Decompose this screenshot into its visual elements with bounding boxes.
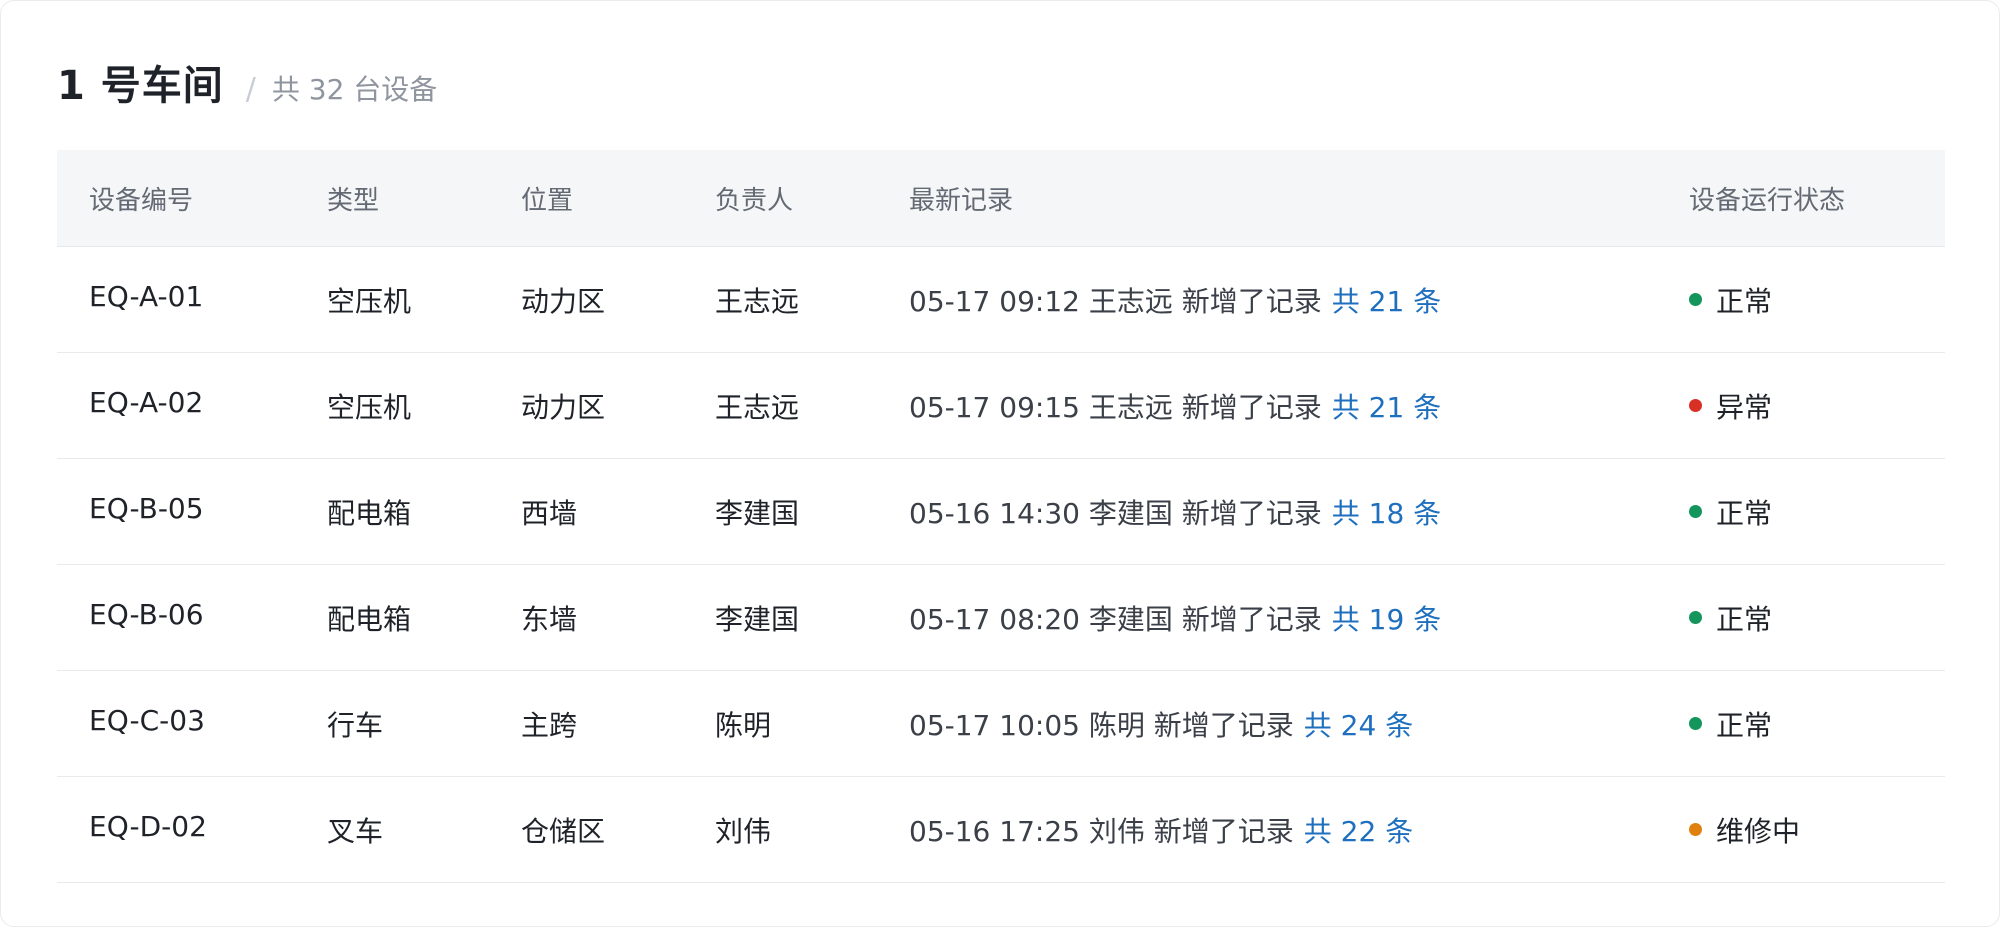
page-header: 1 号车间 / 共 32 台设备 — [57, 53, 437, 111]
record-count-link[interactable]: 共 21 条 — [1332, 280, 1441, 320]
table-row[interactable]: EQ-C-03 行车 主跨 陈明 05-17 10:05 陈明 新增了记录 共 … — [57, 671, 1945, 777]
table-row[interactable]: EQ-D-02 叉车 仓储区 刘伟 05-16 17:25 刘伟 新增了记录 共… — [57, 777, 1945, 883]
record-text: 05-17 10:05 陈明 新增了记录 — [909, 708, 1294, 742]
equipment-type: 叉车 — [327, 814, 384, 848]
status-text: 正常 — [1716, 602, 1773, 636]
equipment-owner: 李建国 — [715, 602, 800, 636]
equipment-owner: 刘伟 — [715, 814, 772, 848]
equipment-type: 空压机 — [327, 390, 412, 424]
latest-record: 05-17 10:05 陈明 新增了记录 共 24 条 — [909, 671, 1413, 776]
table-row[interactable]: EQ-A-02 空压机 动力区 王志远 05-17 09:15 王志远 新增了记… — [57, 353, 1945, 459]
equipment-location: 动力区 — [521, 390, 606, 424]
equipment-location: 主跨 — [521, 708, 578, 742]
status-badge: 异常 — [1689, 353, 1772, 458]
status-dot-icon — [1689, 293, 1702, 306]
equipment-type: 配电箱 — [327, 602, 412, 636]
status-badge: 正常 — [1689, 565, 1772, 670]
status-text: 正常 — [1716, 708, 1773, 742]
status-dot-icon — [1689, 611, 1702, 624]
status-text: 维修中 — [1716, 814, 1801, 848]
latest-record: 05-17 09:15 王志远 新增了记录 共 21 条 — [909, 353, 1441, 458]
equipment-location: 仓储区 — [521, 814, 606, 848]
status-badge: 维修中 — [1689, 777, 1800, 882]
title-separator: / — [245, 72, 256, 107]
record-text: 05-17 08:20 李建国 新增了记录 — [909, 602, 1322, 636]
equipment-id: EQ-C-03 — [89, 704, 205, 737]
status-dot-icon — [1689, 823, 1702, 836]
table-row[interactable]: EQ-B-06 配电箱 东墙 李建国 05-17 08:20 李建国 新增了记录… — [57, 565, 1945, 671]
status-badge: 正常 — [1689, 459, 1772, 564]
latest-record: 05-17 09:12 王志远 新增了记录 共 21 条 — [909, 247, 1441, 352]
table-row[interactable]: EQ-A-01 空压机 动力区 王志远 05-17 09:12 王志远 新增了记… — [57, 247, 1945, 353]
latest-record: 05-16 14:30 李建国 新增了记录 共 18 条 — [909, 459, 1441, 564]
equipment-id: EQ-D-02 — [89, 810, 207, 843]
status-dot-icon — [1689, 717, 1702, 730]
record-count-link[interactable]: 共 21 条 — [1332, 386, 1441, 426]
record-text: 05-17 09:12 王志远 新增了记录 — [909, 284, 1322, 318]
equipment-id: EQ-A-02 — [89, 386, 204, 419]
record-count-link[interactable]: 共 19 条 — [1332, 598, 1441, 638]
status-text: 正常 — [1716, 284, 1773, 318]
column-header-type[interactable]: 类型 — [327, 150, 379, 246]
equipment-id: EQ-A-01 — [89, 280, 204, 313]
equipment-owner: 王志远 — [715, 284, 800, 318]
equipment-location: 东墙 — [521, 602, 578, 636]
record-count-link[interactable]: 共 18 条 — [1332, 492, 1441, 532]
table-header: 设备编号 类型 位置 负责人 最新记录 设备运行状态 — [57, 150, 1945, 247]
equipment-type: 配电箱 — [327, 496, 412, 530]
record-count-link[interactable]: 共 22 条 — [1304, 810, 1413, 850]
column-header-id[interactable]: 设备编号 — [89, 150, 193, 246]
record-text: 05-16 14:30 李建国 新增了记录 — [909, 496, 1322, 530]
status-dot-icon — [1689, 399, 1702, 412]
status-text: 正常 — [1716, 496, 1773, 530]
status-badge: 正常 — [1689, 247, 1772, 352]
column-header-status[interactable]: 设备运行状态 — [1689, 150, 1845, 246]
equipment-card: 1 号车间 / 共 32 台设备 设备编号 类型 位置 负责人 最新记录 设备运… — [0, 0, 2000, 927]
equipment-owner: 王志远 — [715, 390, 800, 424]
status-text: 异常 — [1716, 390, 1773, 424]
page-title: 1 号车间 — [57, 63, 224, 109]
column-header-record[interactable]: 最新记录 — [909, 150, 1013, 246]
equipment-id: EQ-B-06 — [89, 598, 204, 631]
equipment-id: EQ-B-05 — [89, 492, 204, 525]
status-dot-icon — [1689, 505, 1702, 518]
table-row[interactable]: EQ-B-05 配电箱 西墙 李建国 05-16 14:30 李建国 新增了记录… — [57, 459, 1945, 565]
record-text: 05-16 17:25 刘伟 新增了记录 — [909, 814, 1294, 848]
record-text: 05-17 09:15 王志远 新增了记录 — [909, 390, 1322, 424]
device-count: 共 32 台设备 — [271, 73, 438, 106]
equipment-type: 行车 — [327, 708, 384, 742]
equipment-owner: 陈明 — [715, 708, 772, 742]
equipment-table: 设备编号 类型 位置 负责人 最新记录 设备运行状态 EQ-A-01 空压机 动… — [57, 150, 1945, 883]
column-header-location[interactable]: 位置 — [521, 150, 573, 246]
status-badge: 正常 — [1689, 671, 1772, 776]
equipment-location: 西墙 — [521, 496, 578, 530]
record-count-link[interactable]: 共 24 条 — [1304, 704, 1413, 744]
equipment-location: 动力区 — [521, 284, 606, 318]
equipment-type: 空压机 — [327, 284, 412, 318]
latest-record: 05-17 08:20 李建国 新增了记录 共 19 条 — [909, 565, 1441, 670]
equipment-owner: 李建国 — [715, 496, 800, 530]
latest-record: 05-16 17:25 刘伟 新增了记录 共 22 条 — [909, 777, 1413, 882]
column-header-owner[interactable]: 负责人 — [715, 150, 793, 246]
